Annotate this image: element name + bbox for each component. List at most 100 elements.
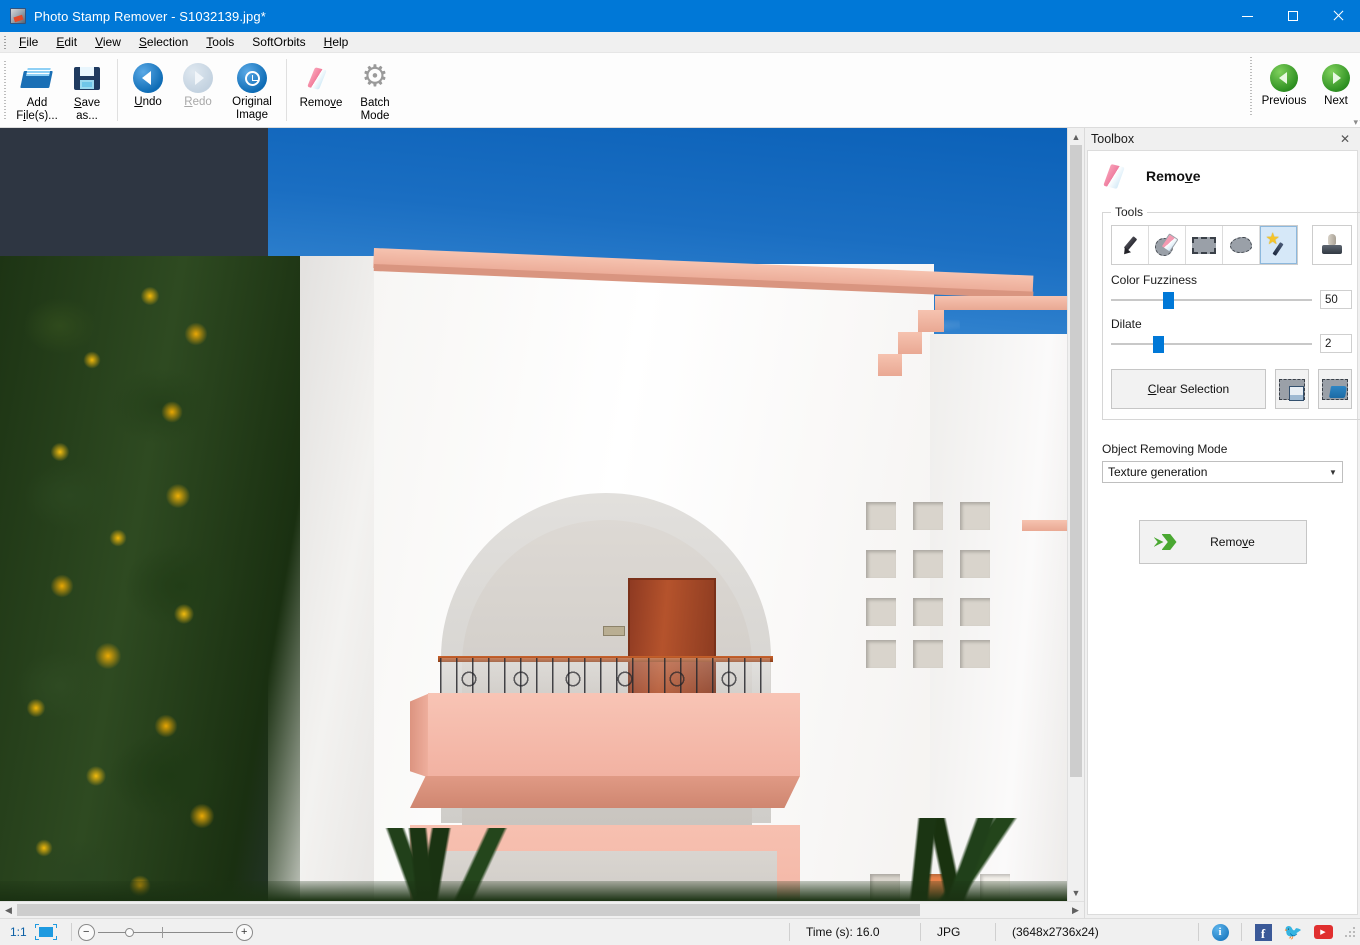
twitter-button[interactable]: 🐦 xyxy=(1281,922,1305,942)
title-bar: Photo Stamp Remover - S1032139.jpg* xyxy=(0,0,1360,32)
slider-rail xyxy=(1111,342,1312,345)
save-as-button[interactable]: Save as... xyxy=(63,57,111,124)
menu-item-softorbits[interactable]: SoftOrbits xyxy=(243,33,314,51)
eraser-icon xyxy=(1102,163,1132,189)
lasso-tool-button[interactable] xyxy=(1223,226,1260,264)
remove-button[interactable]: Remove xyxy=(1138,520,1307,564)
original-image-label: Original Image xyxy=(232,96,272,121)
add-files-button[interactable]: Add File(s)... xyxy=(13,57,61,124)
color-fuzziness-value[interactable]: 50 xyxy=(1320,290,1352,309)
clear-selection-button[interactable]: Clear Selection xyxy=(1111,369,1266,409)
menu-item-tools[interactable]: Tools xyxy=(197,33,243,51)
marker-tool-button[interactable] xyxy=(1112,226,1149,264)
maximize-button[interactable] xyxy=(1270,0,1315,32)
toolbar-group-file: Add File(s)... Save as... xyxy=(10,53,114,127)
lattice-hole xyxy=(866,502,896,530)
redo-icon xyxy=(183,63,213,93)
dilate-label: Dilate xyxy=(1111,317,1142,331)
previous-button[interactable]: Previous xyxy=(1256,57,1312,123)
close-button[interactable] xyxy=(1315,0,1360,32)
color-fuzziness-slider[interactable] xyxy=(1111,291,1312,309)
zoom-slider[interactable]: − + xyxy=(77,922,253,942)
menu-drag-grip[interactable] xyxy=(0,32,10,52)
original-image-button[interactable]: Original Image xyxy=(224,57,280,123)
batch-mode-label: Batch Mode xyxy=(360,97,390,122)
zoom-slider-tick xyxy=(162,926,164,938)
lattice-hole xyxy=(960,550,990,578)
scroll-up-button[interactable]: ▲ xyxy=(1068,128,1084,145)
next-label: Next xyxy=(1324,95,1348,107)
nav-overflow-indicator[interactable]: ▾ xyxy=(1353,118,1358,127)
right-white-wall xyxy=(930,334,1067,901)
zoom-slider-handle[interactable] xyxy=(124,927,134,937)
nav-group-grip[interactable] xyxy=(1246,57,1256,115)
status-divider xyxy=(995,923,996,941)
facebook-button[interactable]: f xyxy=(1251,922,1275,942)
toolbar-drag-grip[interactable] xyxy=(0,53,10,127)
green-left-arrow-icon xyxy=(1270,64,1298,92)
menu-item-edit[interactable]: Edit xyxy=(47,33,86,51)
save-selection-icon xyxy=(1279,377,1305,401)
menu-bar: FFileile Edit View Selection Tools SoftO… xyxy=(0,32,1360,53)
tools-group-label: Tools xyxy=(1115,205,1144,219)
yellow-blossoms xyxy=(0,256,300,901)
minimize-button[interactable] xyxy=(1225,0,1270,32)
object-removing-mode-select[interactable]: Texture generation ▼ xyxy=(1102,461,1343,483)
resize-grip[interactable] xyxy=(1344,925,1358,939)
original-image-icon xyxy=(237,63,267,93)
load-selection-button[interactable] xyxy=(1318,369,1352,409)
lattice-hole xyxy=(913,598,943,626)
eraser-icon xyxy=(1155,234,1179,256)
save-selection-button[interactable] xyxy=(1275,369,1309,409)
lattice-hole xyxy=(960,598,990,626)
scroll-down-button[interactable]: ▼ xyxy=(1068,884,1084,901)
info-icon: i xyxy=(1211,923,1229,941)
menu-item-selection[interactable]: Selection xyxy=(130,33,197,51)
status-divider xyxy=(1198,923,1199,941)
horizontal-scroll-thumb[interactable] xyxy=(17,904,920,916)
remove-section-title: Remove xyxy=(1146,168,1201,184)
toolbox-title: Toolbox xyxy=(1091,132,1135,146)
image-dimensions-label: (3648x2736x24) xyxy=(1012,925,1099,939)
image-canvas[interactable] xyxy=(0,128,1067,901)
dilate-value[interactable]: 2 xyxy=(1320,334,1352,353)
zoom-out-button[interactable]: − xyxy=(77,923,95,941)
balcony-railing-scrollwork xyxy=(455,668,755,690)
zoom-slider-track[interactable] xyxy=(97,924,233,941)
horizontal-scroll-track[interactable] xyxy=(17,902,1067,918)
rectangle-select-tool-button[interactable] xyxy=(1186,226,1223,264)
dilate-slider[interactable] xyxy=(1111,335,1312,353)
dilate-slider-handle[interactable] xyxy=(1153,335,1165,353)
info-button[interactable]: i xyxy=(1208,922,1232,942)
batch-mode-button[interactable]: ⚙ Batch Mode xyxy=(351,57,399,124)
eraser-tool-button[interactable] xyxy=(1149,226,1186,264)
tools-fieldset: Tools Color Fuzziness xyxy=(1102,205,1360,420)
stamp-icon xyxy=(1320,233,1344,257)
scroll-right-button[interactable]: ▶ xyxy=(1067,902,1084,918)
magic-wand-tool-button[interactable] xyxy=(1260,226,1297,264)
canvas-horizontal-scrollbar[interactable]: ◀ ▶ xyxy=(0,901,1084,918)
youtube-button[interactable]: ▶ xyxy=(1311,922,1335,942)
step-trim-2 xyxy=(918,310,944,332)
vertical-scroll-track[interactable] xyxy=(1068,145,1084,884)
scroll-left-button[interactable]: ◀ xyxy=(0,902,17,918)
next-button[interactable]: Next xyxy=(1312,57,1360,123)
menu-item-help[interactable]: Help xyxy=(315,33,358,51)
color-fuzziness-slider-handle[interactable] xyxy=(1163,291,1175,309)
canvas-row: ▲ ▼ xyxy=(0,128,1084,901)
green-arrow-icon xyxy=(1154,530,1188,554)
canvas-vertical-scrollbar[interactable]: ▲ ▼ xyxy=(1067,128,1084,901)
vertical-scroll-thumb[interactable] xyxy=(1070,145,1082,777)
toolbox-close-icon[interactable]: ✕ xyxy=(1336,131,1354,147)
social-links: i f 🐦 ▶ xyxy=(1205,922,1342,942)
fit-to-window-icon[interactable] xyxy=(34,924,57,940)
menu-item-file[interactable]: FFileile xyxy=(10,33,47,51)
undo-button[interactable]: Undo xyxy=(124,57,172,123)
remove-toolbar-button[interactable]: Remove xyxy=(293,57,349,123)
processing-time-label: Time (s): 16.0 xyxy=(806,925,880,939)
menu-item-view[interactable]: View xyxy=(86,33,130,51)
chevron-down-icon[interactable]: ▼ xyxy=(1324,462,1342,482)
zoom-in-button[interactable]: + xyxy=(235,923,253,941)
bottom-foliage-strip xyxy=(0,881,1067,901)
clone-stamp-tool-button[interactable] xyxy=(1312,225,1352,265)
